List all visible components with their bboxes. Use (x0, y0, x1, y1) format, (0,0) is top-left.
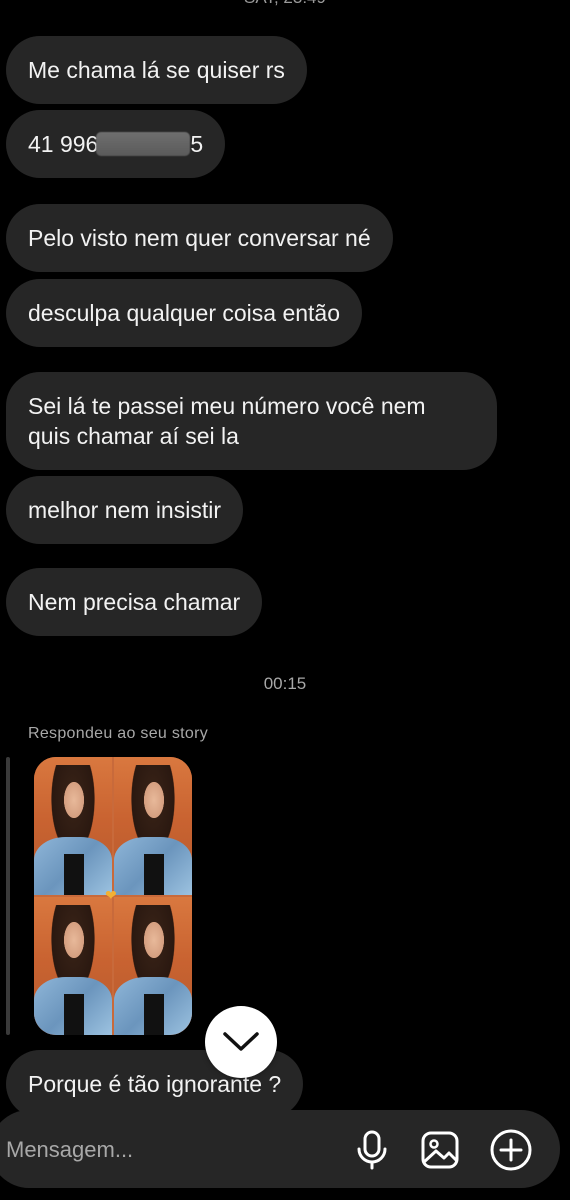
story-photo-tile (34, 757, 112, 895)
message-bubble[interactable]: melhor nem insistir (6, 476, 243, 544)
message-input[interactable] (6, 1132, 336, 1168)
message-bubble[interactable]: Nem precisa chamar (6, 568, 263, 636)
phone-suffix: 5 (190, 131, 204, 157)
add-button[interactable] (489, 1128, 533, 1172)
message-bubble[interactable]: Sei lá te passei meu número você nem qui… (6, 372, 497, 470)
story-photo-tile (34, 897, 112, 1035)
message-bubble[interactable]: desculpa qualquer coisa então (6, 279, 363, 347)
message-bubble-phone[interactable]: 41 996 5 (6, 110, 226, 178)
time-separator: 00:15 (263, 674, 307, 693)
image-icon (421, 1131, 459, 1169)
redaction-blur (96, 131, 191, 156)
story-photo-tile (114, 897, 192, 1035)
partial-timestamp: SAT, 23:49 (0, 0, 570, 8)
microphone-button[interactable] (350, 1128, 394, 1172)
gallery-button[interactable] (418, 1128, 462, 1172)
story-photo-tile (114, 757, 192, 895)
chevron-down-icon (223, 1032, 259, 1051)
microphone-icon (357, 1130, 387, 1170)
message-bubble[interactable]: Me chama lá se quiser rs (6, 36, 307, 104)
message-bubble[interactable]: Pelo visto nem quer conversar né (6, 204, 393, 272)
reply-quote-bar (6, 757, 10, 1035)
phone-prefix: 41 996 (28, 131, 99, 157)
plus-circle-icon (490, 1129, 532, 1171)
story-reply-label: Respondeu ao seu story (28, 725, 209, 742)
heart-icon: ❤ (105, 887, 117, 903)
scroll-to-bottom-button[interactable] (205, 1006, 277, 1078)
